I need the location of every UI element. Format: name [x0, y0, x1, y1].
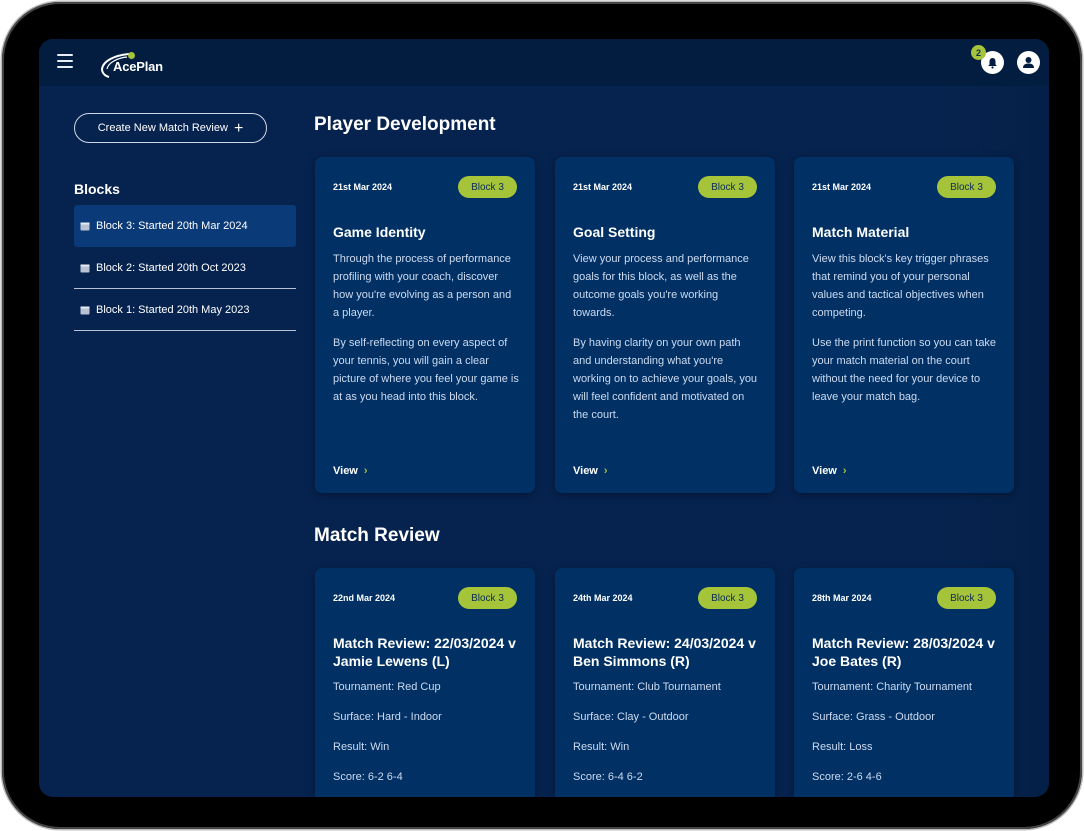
notification-count-badge: 2 — [971, 45, 986, 60]
block-badge: Block 3 — [937, 587, 996, 609]
card-date: 28th Mar 2024 — [812, 593, 872, 603]
calendar-icon — [80, 222, 90, 231]
card-date: 21st Mar 2024 — [573, 182, 633, 192]
surface: Surface: Clay - Outdoor — [573, 711, 689, 723]
block-badge: Block 3 — [698, 176, 757, 198]
block-badge: Block 3 — [458, 176, 517, 198]
card-paragraph: Use the print function so you can take y… — [812, 337, 997, 403]
card-title: Match Material — [812, 224, 910, 240]
app-screen: AcePlan 2 Create New Match Review + Bloc… — [39, 39, 1049, 797]
card-date: 21st Mar 2024 — [333, 182, 393, 192]
card-paragraph: By self-reflecting on every aspect of yo… — [333, 337, 519, 403]
card-title: Match Review: 22/03/2024 v Jamie Lewens … — [333, 635, 516, 669]
create-match-review-button[interactable]: Create New Match Review + — [74, 113, 267, 143]
plus-icon: + — [233, 119, 244, 137]
card-body: View your process and performance goals … — [573, 250, 759, 436]
aceplan-logo[interactable]: AcePlan — [99, 47, 169, 79]
card-date: 24th Mar 2024 — [573, 593, 633, 603]
block-item-1[interactable]: Block 1: Started 20th May 2023 — [74, 289, 296, 331]
block-item-label: Block 1: Started 20th May 2023 — [96, 303, 250, 316]
chevron-right-icon: › — [842, 465, 847, 477]
view-link[interactable]: View › — [333, 465, 368, 477]
card-title: Goal Setting — [573, 224, 656, 240]
create-button-label: Create New Match Review — [97, 122, 228, 134]
card-title: Match Review: 24/03/2024 v Ben Simmons (… — [573, 635, 756, 669]
card-body: View this block's key trigger phrases th… — [812, 250, 998, 418]
block-badge: Block 3 — [937, 176, 996, 198]
match-review-heading: Match Review — [314, 525, 440, 546]
calendar-icon — [80, 264, 90, 272]
match-review-card[interactable]: 24th Mar 2024 Block 3 Match Review: 24/0… — [555, 568, 775, 797]
player-development-heading: Player Development — [314, 114, 496, 135]
view-link[interactable]: View › — [812, 465, 847, 477]
card-date: 21st Mar 2024 — [812, 182, 872, 192]
chevron-right-icon: › — [363, 465, 368, 477]
card-match-material[interactable]: 21st Mar 2024 Block 3 Match Material Vie… — [794, 157, 1014, 493]
tournament: Tournament: Club Tournament — [573, 681, 721, 693]
card-date: 22nd Mar 2024 — [333, 593, 396, 603]
view-label: View — [812, 465, 837, 477]
block-item-label: Block 3: Started 20th Mar 2024 — [96, 220, 248, 232]
blocks-heading: Blocks — [74, 181, 120, 197]
view-label: View — [573, 465, 598, 477]
card-body: Through the process of performance profi… — [333, 250, 519, 418]
block-item-label: Block 2: Started 20th Oct 2023 — [96, 261, 246, 274]
card-title: Game Identity — [333, 224, 426, 240]
card-paragraph: By having clarity on your own path and u… — [573, 337, 758, 421]
chevron-right-icon: › — [603, 465, 608, 477]
card-paragraph: Through the process of performance profi… — [333, 253, 512, 319]
result: Result: Win — [573, 741, 630, 753]
card-goal-setting[interactable]: 21st Mar 2024 Block 3 Goal Setting View … — [555, 157, 775, 493]
tournament: Tournament: Charity Tournament — [812, 681, 972, 693]
card-title: Match Review: 28/03/2024 v Joe Bates (R) — [812, 635, 995, 669]
block-list: Block 3: Started 20th Mar 2024 Block 2: … — [74, 205, 296, 331]
tennis-ball-icon — [128, 52, 135, 59]
hamburger-menu-icon[interactable] — [57, 54, 73, 68]
score: Score: 2-6 4-6 — [812, 771, 882, 783]
view-link[interactable]: View › — [573, 465, 608, 477]
match-review-card[interactable]: 28th Mar 2024 Block 3 Match Review: 28/0… — [794, 568, 1014, 797]
view-label: View — [333, 465, 358, 477]
top-bar: AcePlan 2 — [39, 39, 1049, 86]
result: Result: Win — [333, 741, 390, 753]
tablet-frame: AcePlan 2 Create New Match Review + Bloc… — [2, 2, 1082, 829]
card-paragraph: View your process and performance goals … — [573, 253, 749, 319]
card-paragraph: View this block's key trigger phrases th… — [812, 253, 989, 319]
result: Result: Loss — [812, 741, 873, 753]
block-item-2[interactable]: Block 2: Started 20th Oct 2023 — [74, 247, 296, 289]
user-icon — [1023, 57, 1034, 68]
block-item-3[interactable]: Block 3: Started 20th Mar 2024 — [74, 205, 296, 247]
calendar-icon — [80, 306, 90, 314]
score: Score: 6-2 6-4 — [333, 771, 403, 783]
card-game-identity[interactable]: 21st Mar 2024 Block 3 Game Identity Thro… — [315, 157, 535, 493]
score: Score: 6-4 6-2 — [573, 771, 643, 783]
logo-text: AcePlan — [113, 59, 163, 74]
surface: Surface: Hard - Indoor — [333, 711, 442, 723]
match-review-card[interactable]: 22nd Mar 2024 Block 3 Match Review: 22/0… — [315, 568, 535, 797]
tournament: Tournament: Red Cup — [333, 681, 441, 693]
block-badge: Block 3 — [458, 587, 517, 609]
block-badge: Block 3 — [698, 587, 757, 609]
surface: Surface: Grass - Outdoor — [812, 711, 935, 723]
bell-icon — [988, 57, 997, 69]
profile-button[interactable] — [1017, 51, 1040, 74]
